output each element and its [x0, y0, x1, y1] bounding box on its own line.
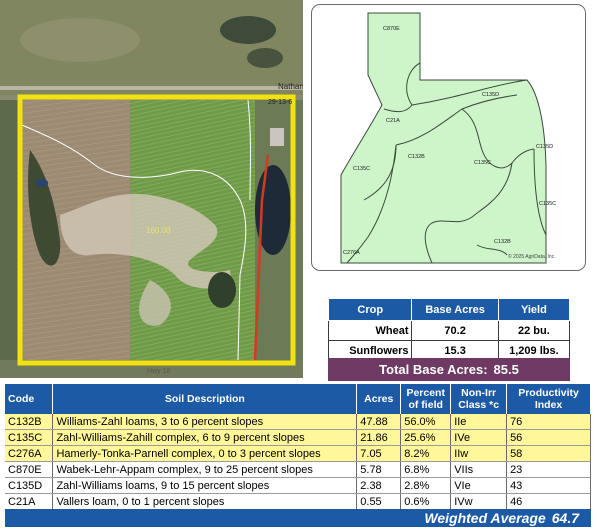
- section-label: 29-13-6: [268, 99, 292, 106]
- soil-class: IVw: [450, 493, 508, 510]
- map-label-c135d: C135D: [482, 92, 499, 98]
- soil-percent: 6.8%: [400, 461, 452, 478]
- soil-description: Vallers loam, 0 to 1 percent slopes: [52, 493, 358, 510]
- description-header: Soil Description: [52, 384, 358, 414]
- soil-acres: 0.55: [356, 493, 402, 510]
- soil-description: Zahl-Williams loams, 9 to 15 percent slo…: [52, 477, 358, 494]
- crop-acres: 70.2: [411, 320, 499, 341]
- soil-acres: 7.05: [356, 445, 402, 462]
- crop-table-header: Crop Base Acres Yield: [327, 298, 571, 321]
- field-acres-label: 160.00: [146, 226, 171, 235]
- soil-acres: 2.38: [356, 477, 402, 494]
- soil-percent: 0.6%: [400, 493, 452, 510]
- weighted-average: Weighted Average 64.7: [5, 509, 591, 527]
- soil-row: C135C Zahl-Williams-Zahill complex, 6 to…: [5, 429, 591, 446]
- map-label-c135c-center: C135C: [474, 160, 491, 166]
- road-label: Nathan: [278, 82, 303, 91]
- map-label-c21a: C21A: [386, 118, 400, 124]
- percent-header: Percent of field: [400, 384, 452, 414]
- map-label-c870e: C870E: [383, 26, 400, 32]
- bottom-road-label: Hwy 18: [147, 368, 170, 375]
- soil-class: VIIs: [450, 461, 508, 478]
- field-boundary: [340, 12, 547, 264]
- crop-table: Crop Base Acres Yield Wheat 70.2 22 bu. …: [327, 298, 571, 361]
- soil-index: 23: [506, 461, 591, 478]
- soil-code: C276A: [5, 445, 54, 462]
- aerial-photo: Nathan 29-13-6 160.00 Hwy 18: [0, 0, 303, 378]
- code-header: Code: [5, 384, 54, 414]
- soil-index: 58: [506, 445, 591, 462]
- acres-header: Acres: [356, 384, 402, 414]
- soil-row: C276A Hamerly-Tonka-Parnell complex, 0 t…: [5, 445, 591, 462]
- soil-percent: 8.2%: [400, 445, 452, 462]
- map-label-c135d-right: C135D: [536, 144, 553, 150]
- map-label-c132b-bottom: C132B: [494, 239, 511, 245]
- map-label-c135c-right: C135C: [539, 201, 556, 207]
- soil-code: C135D: [5, 477, 54, 494]
- index-header: Productivity Index: [506, 384, 591, 414]
- crop-yield: 22 bu.: [497, 320, 571, 341]
- soil-code: C21A: [5, 493, 54, 510]
- total-base-acres: Total Base Acres: 85.5: [328, 358, 570, 381]
- soil-table: Code Soil Description Acres Percent of f…: [5, 384, 591, 510]
- crop-row: Wheat 70.2 22 bu.: [327, 320, 571, 341]
- soil-percent: 25.6%: [400, 429, 452, 446]
- soil-description: Zahl-Williams-Zahill complex, 6 to 9 per…: [52, 429, 358, 446]
- weighted-average-label: Weighted Average: [424, 510, 546, 526]
- soil-index: 43: [506, 477, 591, 494]
- soil-class: IIe: [450, 414, 508, 430]
- soil-class: IVe: [450, 429, 508, 446]
- soil-code: C135C: [5, 429, 54, 446]
- soil-class: VIe: [450, 477, 508, 494]
- soil-percent: 2.8%: [400, 477, 452, 494]
- soil-row: C21A Vallers loam, 0 to 1 percent slopes…: [5, 493, 591, 510]
- class-header: Non-Irr Class *c: [450, 384, 508, 414]
- soil-code: C870E: [5, 461, 54, 478]
- soil-acres: 47.88: [356, 414, 402, 430]
- yield-header: Yield: [497, 298, 571, 321]
- map-label-c276a: C276A: [343, 250, 360, 256]
- soil-map-svg: C870E C135D C21A C132B C135C C135C C135D…: [340, 12, 556, 264]
- soil-description: Hamerly-Tonka-Parnell complex, 0 to 3 pe…: [52, 445, 358, 462]
- crop-name: Wheat: [327, 320, 413, 341]
- soil-index: 76: [506, 414, 591, 430]
- map-label-c135c-left: C135C: [353, 166, 370, 172]
- soil-description: Wabek-Lehr-Appam complex, 9 to 25 percen…: [52, 461, 358, 478]
- map-label-c132b: C132B: [408, 154, 425, 160]
- total-value: 85.5: [493, 362, 519, 377]
- soil-table-header: Code Soil Description Acres Percent of f…: [5, 384, 591, 414]
- soil-index: 56: [506, 429, 591, 446]
- crop-header: Crop: [327, 298, 413, 321]
- soil-code: C132B: [5, 414, 54, 430]
- soil-description: Williams-Zahl loams, 3 to 6 percent slop…: [52, 414, 358, 430]
- weighted-average-value: 64.7: [551, 510, 579, 526]
- soil-map: C870E C135D C21A C132B C135C C135C C135D…: [311, 4, 586, 271]
- soil-row: C132B Williams-Zahl loams, 3 to 6 percen…: [5, 414, 591, 430]
- soil-class: IIw: [450, 445, 508, 462]
- base-acres-header: Base Acres: [411, 298, 499, 321]
- map-copyright: © 2025 AgriData, Inc.: [508, 253, 556, 260]
- total-label: Total Base Acres:: [379, 362, 488, 377]
- soil-acres: 5.78: [356, 461, 402, 478]
- soil-row: C135D Zahl-Williams loams, 9 to 15 perce…: [5, 477, 591, 494]
- soil-acres: 21.86: [356, 429, 402, 446]
- soil-row: C870E Wabek-Lehr-Appam complex, 9 to 25 …: [5, 461, 591, 478]
- aerial-photo-svg: Nathan 29-13-6 160.00 Hwy 18: [0, 0, 303, 378]
- soil-percent: 56.0%: [400, 414, 452, 430]
- soil-index: 46: [506, 493, 591, 510]
